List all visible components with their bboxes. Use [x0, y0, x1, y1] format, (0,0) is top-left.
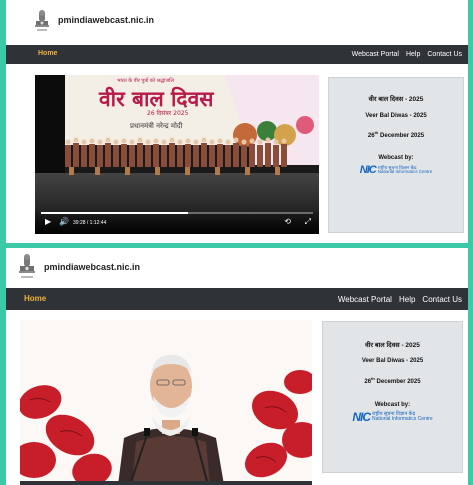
event-date: 26th December 2025 [367, 130, 425, 139]
video-progress-bar[interactable] [41, 212, 313, 214]
nav-home-link[interactable]: Home [24, 294, 46, 303]
webcast-by-label: Webcast by: [374, 402, 411, 408]
nav-home-link[interactable]: Home [38, 50, 57, 57]
event-date: 26th December 2025 [364, 376, 421, 385]
video-time-display: 39:28 / 1:12:44 [73, 220, 107, 226]
webcast-page-capture-1: pmindiawebcast.nic.in Home Webcast Porta… [6, 0, 468, 243]
site-header: pmindiawebcast.nic.in [6, 248, 468, 288]
nav-webcast-portal-link[interactable]: Webcast Portal [338, 295, 392, 304]
main-navbar: Home Webcast Portal Help Contact Us [6, 288, 468, 310]
video-controls-bar: ▶ 🔊 39:28 / 1:12:44 ⟲ ⤢ [35, 212, 319, 234]
nav-help-link[interactable]: Help [406, 51, 420, 58]
event-info-panel: वीर बाल दिवस - 2025 Veer Bal Diwas - 202… [328, 77, 464, 233]
banner-top-text: भारत के वीर पुत्रों को श्रद्धांजलि [117, 77, 174, 84]
webcast-page-capture-2: pmindiawebcast.nic.in Home Webcast Porta… [6, 248, 468, 485]
national-emblem-icon[interactable] [17, 254, 37, 282]
nav-right-links: Webcast Portal Help Contact Us [352, 51, 462, 58]
volume-icon[interactable]: 🔊 [59, 217, 69, 226]
video-frame-speaker [20, 320, 312, 485]
video-bottom-bar [20, 481, 312, 485]
event-title-hindi: वीर बाल दिवस - 2025 [368, 96, 424, 103]
site-title[interactable]: pmindiawebcast.nic.in [58, 15, 154, 25]
video-progress-fill [41, 212, 188, 214]
nav-webcast-portal-link[interactable]: Webcast Portal [352, 51, 399, 58]
nav-help-link[interactable]: Help [399, 295, 415, 304]
banner-sub-text: प्रधानमंत्री नरेन्द्र मोदी [130, 121, 183, 130]
video-player[interactable]: भारत के वीर पुत्रों को श्रद्धांजलि वीर ब… [35, 75, 319, 234]
fullscreen-icon[interactable]: ⤢ [305, 217, 311, 227]
nav-right-links: Webcast Portal Help Contact Us [338, 295, 462, 304]
video-player[interactable] [20, 320, 312, 485]
national-emblem-icon[interactable] [33, 10, 51, 34]
site-title[interactable]: pmindiawebcast.nic.in [44, 262, 140, 272]
share-icon[interactable]: ⟲ [284, 217, 291, 226]
nic-logo-mark: NIC [352, 410, 371, 424]
event-title-english: Veer Bal Diwas - 2025 [365, 113, 427, 119]
site-header: pmindiawebcast.nic.in [6, 0, 468, 43]
nic-english-name: National Informatics Centre [377, 169, 433, 174]
banner-title-text: वीर बाल दिवस [98, 86, 214, 111]
nav-contact-us-link[interactable]: Contact Us [427, 51, 462, 58]
play-icon[interactable]: ▶ [45, 217, 51, 226]
nic-logo: NIC राष्ट्रीय सूचना विज्ञान केंद्र Natio… [323, 410, 462, 424]
main-navbar: Home Webcast Portal Help Contact Us [6, 45, 468, 64]
nav-contact-us-link[interactable]: Contact Us [422, 295, 462, 304]
nic-english-name: National Informatics Centre [372, 416, 433, 422]
nic-logo-mark: NIC [359, 164, 377, 176]
nic-logo: NIC राष्ट्रीय सूचना विज्ञान केंद्र Natio… [329, 164, 463, 176]
video-frame-ceremony: भारत के वीर पुत्रों को श्रद्धांजलि वीर ब… [35, 75, 319, 234]
webcast-by-label: Webcast by: [378, 155, 414, 161]
event-title-english: Veer Bal Diwas - 2025 [361, 358, 424, 364]
event-info-panel: वीर बाल दिवस - 2025 Veer Bal Diwas - 202… [322, 321, 463, 473]
event-title-hindi: वीर बाल दिवस - 2025 [365, 342, 420, 349]
banner-date-text: 26 दिसंबर 2025 [147, 109, 189, 117]
